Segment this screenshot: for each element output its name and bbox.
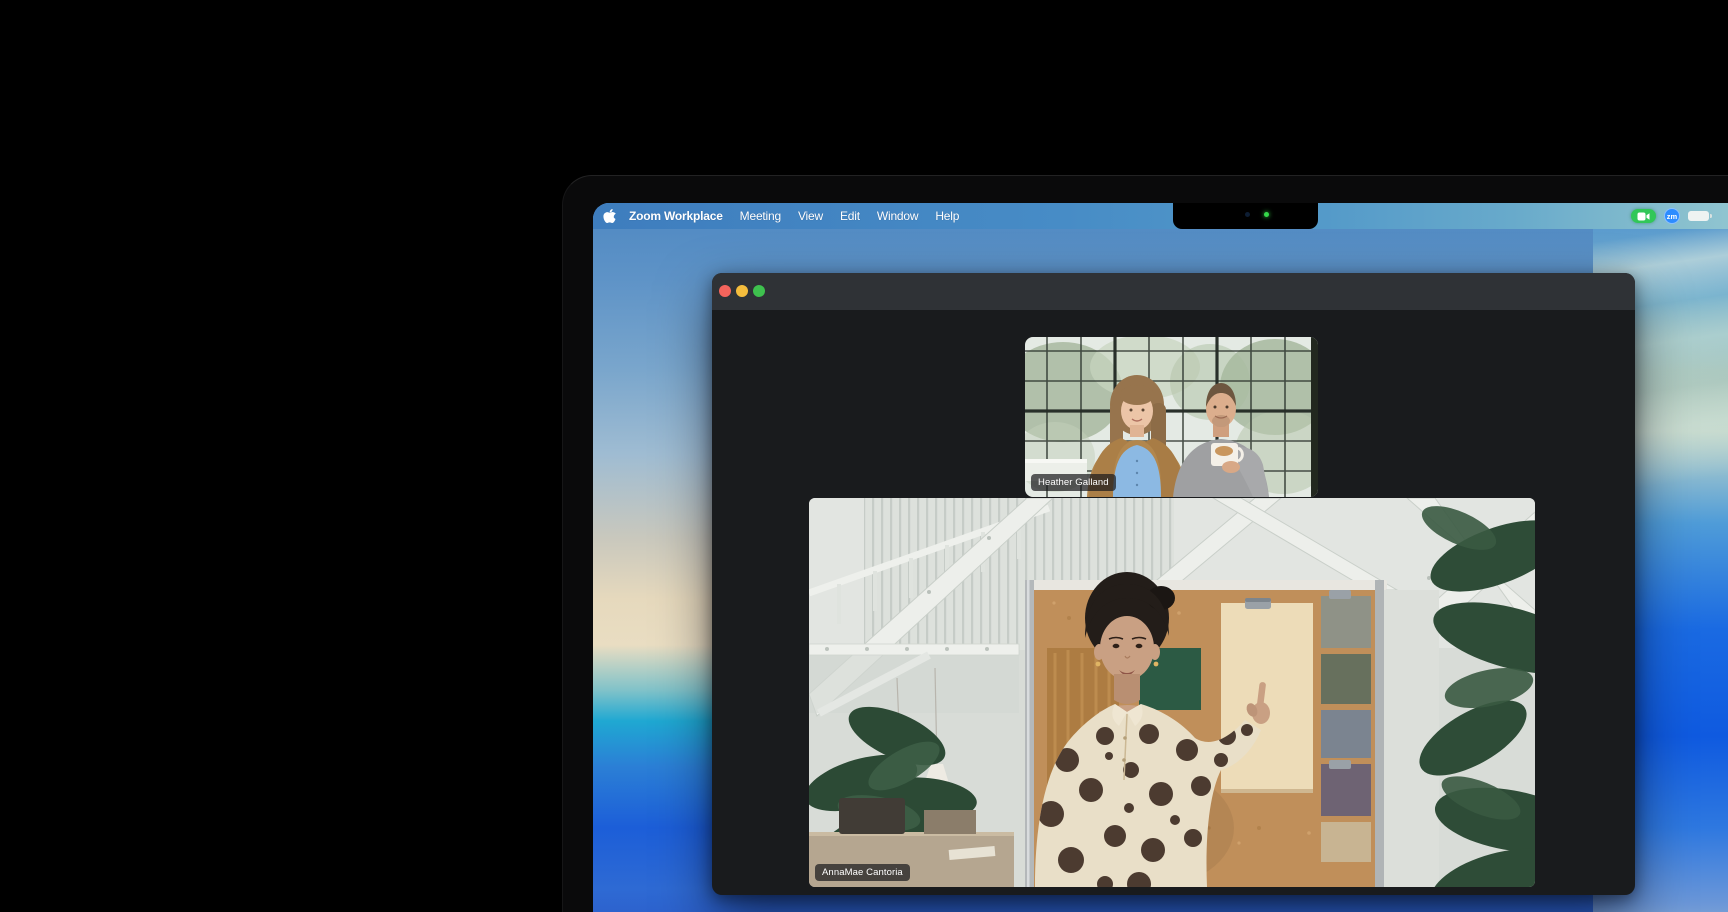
macbook-device: Zoom Workplace Meeting View Edit Window …	[562, 175, 1728, 912]
video-tile-main-speaker[interactable]: AnnaMae Cantoria	[809, 498, 1535, 887]
menu-bar: Zoom Workplace Meeting View Edit Window …	[593, 203, 1728, 229]
window-titlebar[interactable]	[712, 273, 1635, 310]
camera-active-indicator-icon[interactable]	[1631, 209, 1656, 223]
video-tile-thumbnail[interactable]: Heather Galland	[1025, 337, 1318, 497]
apple-menu-icon[interactable]	[603, 209, 616, 224]
menu-item-meeting[interactable]: Meeting	[740, 209, 781, 223]
menu-item-help[interactable]: Help	[935, 209, 959, 223]
video-feed-speaker	[809, 498, 1535, 887]
camera-notch	[1173, 203, 1318, 229]
camera-led-indicator	[1264, 212, 1269, 217]
menu-item-edit[interactable]: Edit	[840, 209, 860, 223]
macbook-screen: Zoom Workplace Meeting View Edit Window …	[593, 203, 1728, 912]
menu-item-app-name[interactable]: Zoom Workplace	[629, 209, 723, 223]
zoom-app-menu-icon[interactable]: zm	[1664, 208, 1680, 224]
participant-name-label: Heather Galland	[1031, 474, 1116, 492]
close-button[interactable]	[719, 285, 731, 297]
notch-camera-lens	[1245, 212, 1250, 217]
participant-name-label: AnnaMae Cantoria	[815, 864, 910, 882]
battery-icon[interactable]	[1688, 211, 1709, 221]
menu-item-view[interactable]: View	[798, 209, 823, 223]
promo-canvas: Zoom Workplace Meeting View Edit Window …	[0, 0, 1728, 912]
menu-bar-status-area: zm	[1631, 203, 1709, 229]
menu-item-window[interactable]: Window	[877, 209, 918, 223]
fullscreen-button[interactable]	[753, 285, 765, 297]
zoom-meeting-window: Heather Galland	[712, 273, 1635, 895]
minimize-button[interactable]	[736, 285, 748, 297]
